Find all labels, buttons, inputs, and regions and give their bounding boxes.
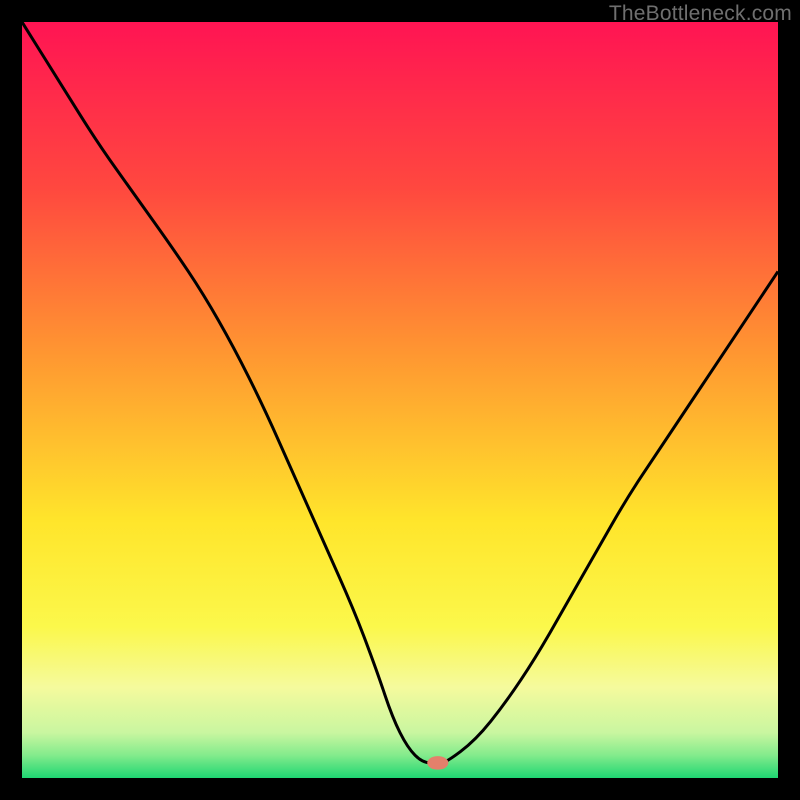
chart-frame: TheBottleneck.com	[0, 0, 800, 800]
bottleneck-plot	[22, 22, 778, 778]
watermark-label: TheBottleneck.com	[609, 2, 792, 26]
optimal-point-marker	[427, 756, 448, 770]
plot-background	[22, 22, 778, 778]
